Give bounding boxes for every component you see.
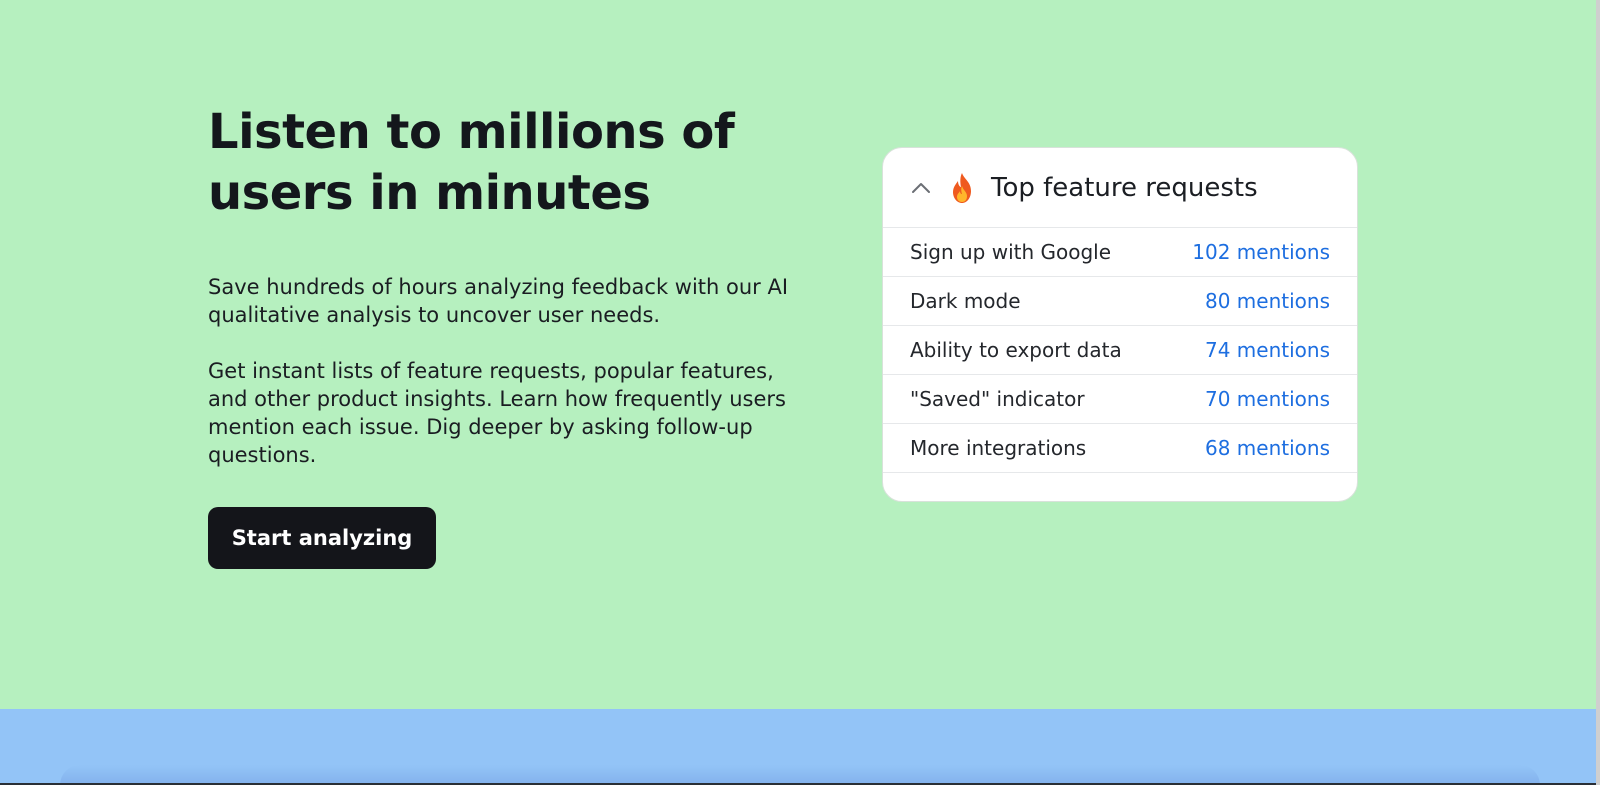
list-item[interactable]: Sign up with Google 102 mentions: [883, 228, 1357, 277]
hero-paragraph-2: Get instant lists of feature requests, p…: [208, 359, 786, 467]
feature-label: More integrations: [910, 436, 1087, 460]
list-item[interactable]: More integrations 68 mentions: [883, 424, 1357, 473]
feature-label: "Saved" indicator: [910, 387, 1085, 411]
mentions-link[interactable]: 102 mentions: [1192, 240, 1330, 264]
chevron-up-icon[interactable]: [907, 174, 935, 202]
list-item[interactable]: Dark mode 80 mentions: [883, 277, 1357, 326]
hero-headline: Listen to millions of users in minutes: [208, 104, 735, 221]
start-analyzing-button[interactable]: Start analyzing: [208, 507, 436, 569]
mentions-link[interactable]: 70 mentions: [1205, 387, 1330, 411]
mentions-link[interactable]: 74 mentions: [1205, 338, 1330, 362]
feature-label: Sign up with Google: [910, 240, 1112, 264]
list-item[interactable]: Ability to export data 74 mentions: [883, 326, 1357, 375]
mentions-link[interactable]: 68 mentions: [1205, 436, 1330, 460]
feature-requests-card: Top feature requests Sign up with Google…: [882, 147, 1358, 502]
footer-shadow: [60, 765, 1540, 785]
list-item[interactable]: "Saved" indicator 70 mentions: [883, 375, 1357, 424]
card-header: Top feature requests: [883, 148, 1357, 228]
hero-paragraph-1: Save hundreds of hours analyzing feedbac…: [208, 275, 789, 327]
scrollbar-track[interactable]: [1596, 0, 1600, 785]
hero-section: Listen to millions of users in minutes S…: [0, 0, 1600, 709]
footer-band: [0, 709, 1600, 785]
fire-icon: [947, 172, 977, 204]
feature-label: Dark mode: [910, 289, 1021, 313]
mentions-link[interactable]: 80 mentions: [1205, 289, 1330, 313]
feature-label: Ability to export data: [910, 338, 1122, 362]
card-title: Top feature requests: [991, 172, 1258, 203]
